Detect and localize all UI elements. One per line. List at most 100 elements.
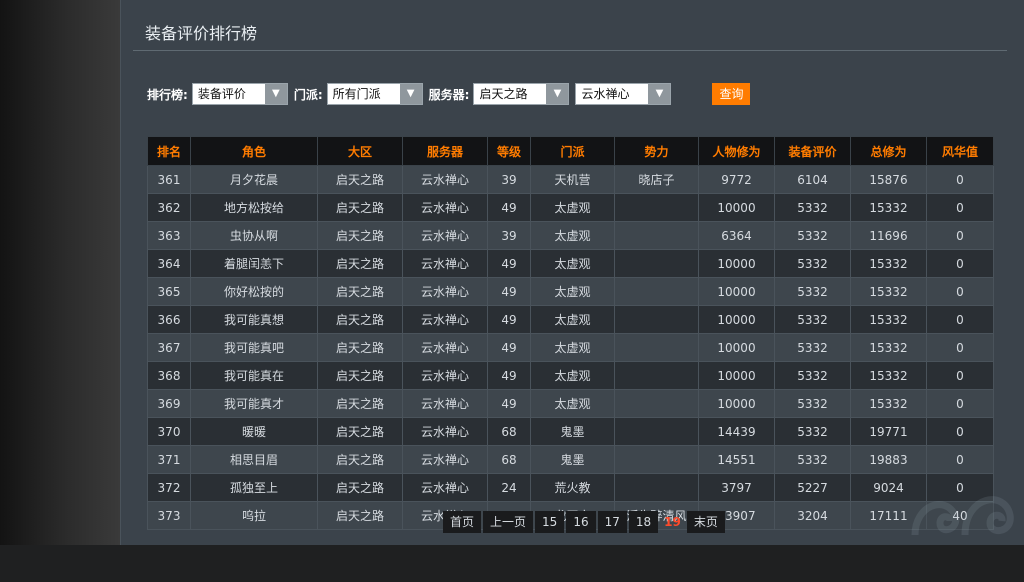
cell-region: 启天之路: [317, 501, 403, 530]
school-select[interactable]: 所有门派 ▼: [326, 83, 423, 105]
cell-faction: [614, 221, 699, 250]
background-bottom: [0, 545, 1024, 582]
table-row: 365 你好松按的 启天之路 云水禅心 49 太虚观 10000 5332 15332 0: [147, 277, 994, 306]
cell-total-cultivation: 15332: [850, 361, 927, 390]
cell-region: 启天之路: [317, 333, 403, 362]
cell-school: 太虚观: [530, 361, 615, 390]
cell-elegance: 0: [926, 389, 994, 418]
table-body: 361 月夕花晨 启天之路 云水禅心 39 天机营 晓店子 9772 6104 15876 0 362…: [147, 165, 994, 530]
cell-server: 云水禅心: [402, 333, 488, 362]
cell-region: 启天之路: [317, 277, 403, 306]
page-link[interactable]: 17: [597, 511, 627, 533]
cell-region: 启天之路: [317, 389, 403, 418]
cell-equipment-score: 5332: [774, 305, 851, 334]
header-role: 角色: [190, 136, 318, 166]
server-label: 服务器:: [428, 87, 470, 102]
cell-server: 云水禅心: [402, 361, 488, 390]
cell-region: 启天之路: [317, 221, 403, 250]
cell-elegance: 0: [926, 277, 994, 306]
cell-level: 68: [487, 445, 531, 474]
query-button[interactable]: 查询: [712, 83, 751, 105]
triangle-down-icon[interactable]: ▼: [264, 84, 287, 104]
rank-select[interactable]: 装备评价 ▼: [191, 83, 288, 105]
table-row: 364 着腿闰恙下 启天之路 云水禅心 49 太虚观 10000 5332 15332 0: [147, 249, 994, 278]
cell-role: 月夕花晨: [190, 165, 318, 194]
school-select-value: 所有门派: [332, 87, 381, 101]
page-link[interactable]: 15: [535, 511, 565, 533]
cell-faction: [614, 277, 699, 306]
cell-school: 太虚观: [530, 221, 615, 250]
triangle-down-icon[interactable]: ▼: [399, 84, 422, 104]
table-row: 368 我可能真在 启天之路 云水禅心 49 太虚观 10000 5332 15332 0: [147, 361, 994, 390]
cell-region: 启天之路: [317, 445, 403, 474]
cell-equipment-score: 5332: [774, 361, 851, 390]
cell-elegance: 0: [926, 305, 994, 334]
cell-rank: 365: [147, 277, 191, 306]
table-row: 372 孤独至上 启天之路 云水禅心 24 荒火教 3797 5227 9024 0: [147, 473, 994, 502]
cell-faction: [614, 249, 699, 278]
cell-rank: 367: [147, 333, 191, 362]
cell-level: 39: [487, 165, 531, 194]
cell-school: 太虚观: [530, 305, 615, 334]
cell-equipment-score: 5332: [774, 277, 851, 306]
triangle-down-icon[interactable]: ▼: [648, 84, 671, 104]
cell-character-cultivation: 10000: [698, 193, 775, 222]
cell-elegance: 0: [926, 221, 994, 250]
prev-page-button[interactable]: 上一页: [483, 511, 534, 533]
table-row: 371 相思目眉 启天之路 云水禅心 68 鬼墨 14551 5332 19883 0: [147, 445, 994, 474]
cell-equipment-score: 5332: [774, 389, 851, 418]
cell-character-cultivation: 10000: [698, 389, 775, 418]
cell-faction: [614, 193, 699, 222]
cell-level: 49: [487, 361, 531, 390]
cell-faction: [614, 361, 699, 390]
cell-character-cultivation: 14551: [698, 445, 775, 474]
filter-bar: 排行榜: 装备评价 ▼ 门派: 所有门派 ▼ 服务器: 启天之路 ▼ 云水禅心 …: [147, 82, 751, 106]
cell-server: 云水禅心: [402, 249, 488, 278]
server-select[interactable]: 云水禅心 ▼: [575, 83, 672, 105]
cell-total-cultivation: 15332: [850, 305, 927, 334]
cell-rank: 371: [147, 445, 191, 474]
cell-character-cultivation: 10000: [698, 361, 775, 390]
cell-faction: [614, 389, 699, 418]
rank-select-value: 装备评价: [197, 87, 246, 101]
cell-faction: 晓店子: [614, 165, 699, 194]
header-faction: 势力: [614, 136, 699, 166]
cell-school: 太虚观: [530, 193, 615, 222]
cell-server: 云水禅心: [402, 277, 488, 306]
cell-server: 云水禅心: [402, 417, 488, 446]
cell-rank: 373: [147, 501, 191, 530]
cell-region: 启天之路: [317, 165, 403, 194]
cell-school: 天机营: [530, 165, 615, 194]
cell-school: 鬼墨: [530, 445, 615, 474]
cell-server: 云水禅心: [402, 193, 488, 222]
triangle-down-icon[interactable]: ▼: [546, 84, 569, 104]
header-character-cultivation: 人物修为: [698, 136, 775, 166]
cell-rank: 361: [147, 165, 191, 194]
cell-level: 49: [487, 333, 531, 362]
cell-role: 你好松按的: [190, 277, 318, 306]
background-left: [0, 0, 120, 582]
cloud-pattern-icon: [911, 496, 1014, 536]
cell-elegance: 0: [926, 165, 994, 194]
table-row: 370 暖暖 启天之路 云水禅心 68 鬼墨 14439 5332 19771 0: [147, 417, 994, 446]
cell-role: 地方松按给: [190, 193, 318, 222]
table-row: 369 我可能真才 启天之路 云水禅心 49 太虚观 10000 5332 15332 0: [147, 389, 994, 418]
header-total-cultivation: 总修为: [850, 136, 927, 166]
page-link[interactable]: 16: [566, 511, 596, 533]
cell-rank: 368: [147, 361, 191, 390]
first-page-button[interactable]: 首页: [443, 511, 482, 533]
page-link[interactable]: 18: [628, 511, 659, 533]
last-page-button[interactable]: 末页: [686, 511, 725, 533]
cell-server: 云水禅心: [402, 221, 488, 250]
cell-server: 云水禅心: [402, 305, 488, 334]
cell-region: 启天之路: [317, 305, 403, 334]
region-select[interactable]: 启天之路 ▼: [473, 83, 570, 105]
cell-role: 孤独至上: [190, 473, 318, 502]
header-school: 门派: [530, 136, 615, 166]
cell-equipment-score: 5332: [774, 221, 851, 250]
cell-role: 我可能真想: [190, 305, 318, 334]
header-server: 服务器: [402, 136, 488, 166]
cell-total-cultivation: 15332: [850, 277, 927, 306]
cell-school: 鬼墨: [530, 417, 615, 446]
cell-character-cultivation: 3797: [698, 473, 775, 502]
